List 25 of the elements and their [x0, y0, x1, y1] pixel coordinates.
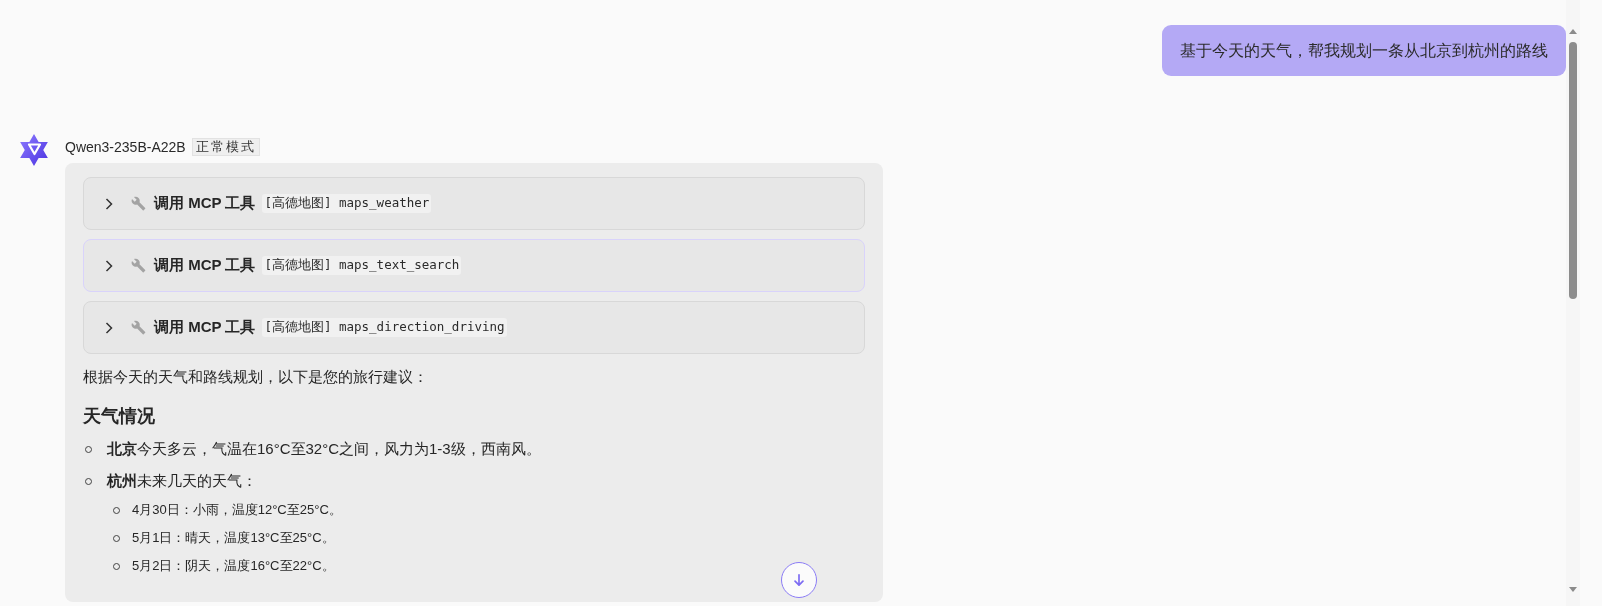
wrench-icon: [131, 258, 146, 273]
tool-call-panel[interactable]: 调用 MCP 工具 [高德地图] maps_text_search: [83, 239, 865, 292]
down-arrow-icon: [794, 574, 804, 586]
tool-name-code: [高德地图] maps_text_search: [262, 256, 462, 275]
list-item-text: 5月2日：阴天，温度16°C至22°C。: [132, 557, 335, 575]
scroll-down-arrow-icon[interactable]: [1569, 587, 1577, 592]
list-item-text: 5月1日：晴天，温度13°C至25°C。: [132, 529, 335, 547]
scrollbar-thumb[interactable]: [1569, 42, 1577, 299]
list-item-text: 4月30日：小雨，温度12°C至25°C。: [132, 501, 342, 519]
scrollbar-track[interactable]: [1566, 0, 1580, 606]
mode-badge: 正常模式: [191, 138, 260, 156]
intro-text: 根据今天的天气和路线规划，以下是您的旅行建议：: [83, 367, 429, 387]
scroll-up-arrow-icon[interactable]: [1569, 29, 1577, 34]
tool-call-panel[interactable]: 调用 MCP 工具 [高德地图] maps_weather: [83, 177, 865, 230]
user-message-bubble: 基于今天的天气，帮我规划一条从北京到杭州的路线: [1162, 25, 1566, 76]
tool-name-code: [高德地图] maps_weather: [262, 194, 432, 213]
section-heading: 天气情况: [83, 405, 156, 428]
wrench-icon: [131, 196, 146, 211]
star-logo-icon: [17, 133, 51, 167]
list-item-text: 北京今天多云，气温在16°C至32°C之间，风力为1-3级，西南风。: [107, 439, 541, 459]
model-name: Qwen3-235B-A22B: [65, 139, 186, 155]
tool-name-code: [高德地图] maps_direction_driving: [262, 318, 507, 337]
wrench-icon: [131, 320, 146, 335]
tool-call-panel[interactable]: 调用 MCP 工具 [高德地图] maps_direction_driving: [83, 301, 865, 354]
list-item-text: 杭州未来几天的天气：: [107, 471, 257, 491]
